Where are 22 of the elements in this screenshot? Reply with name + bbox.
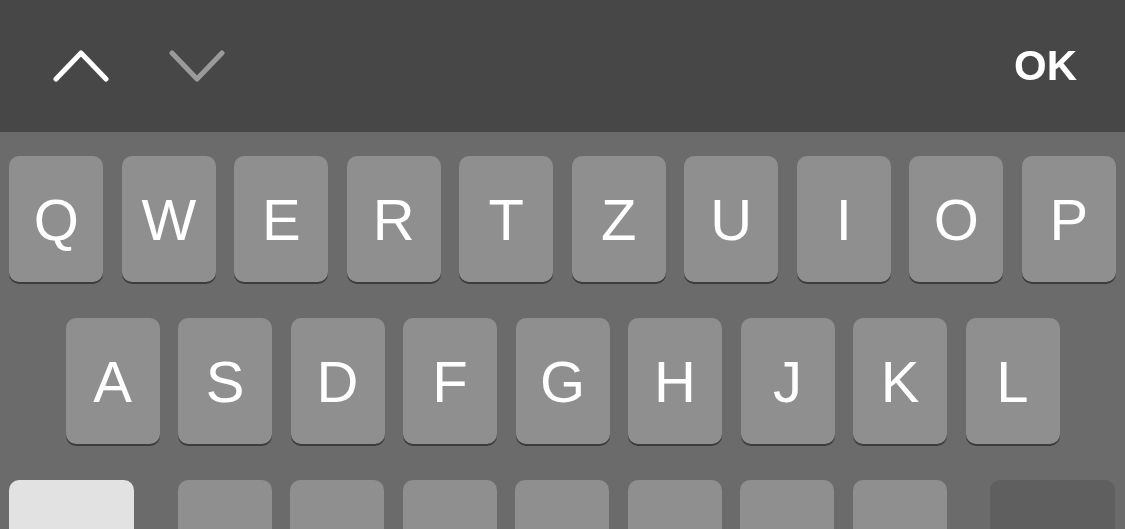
letter-key[interactable]: J <box>740 318 835 444</box>
letter-key[interactable]: Z <box>571 156 666 282</box>
letter-key[interactable]: S <box>178 318 272 444</box>
letter-key[interactable]: I <box>796 156 891 282</box>
chevron-down-icon <box>169 49 225 83</box>
chevron-up-icon <box>53 49 109 83</box>
ok-button[interactable]: OK <box>1014 42 1077 90</box>
letter-key[interactable]: E <box>234 156 329 282</box>
letter-key[interactable]: O <box>909 156 1004 282</box>
letter-key[interactable]: T <box>459 156 554 282</box>
letter-key[interactable]: D <box>290 318 385 444</box>
letter-key[interactable]: G <box>515 318 610 444</box>
letter-key[interactable]: L <box>965 318 1060 444</box>
letter-key[interactable]: A <box>65 318 160 444</box>
letter-key[interactable]: K <box>853 318 947 444</box>
letter-key[interactable]: F <box>403 318 497 444</box>
letter-key[interactable]: U <box>684 156 779 282</box>
letter-key[interactable]: Q <box>9 156 104 282</box>
letter-key[interactable]: R <box>346 156 441 282</box>
letter-key[interactable]: H <box>628 318 722 444</box>
letter-key[interactable]: W <box>121 156 216 282</box>
letter-key[interactable]: P <box>1021 156 1116 282</box>
